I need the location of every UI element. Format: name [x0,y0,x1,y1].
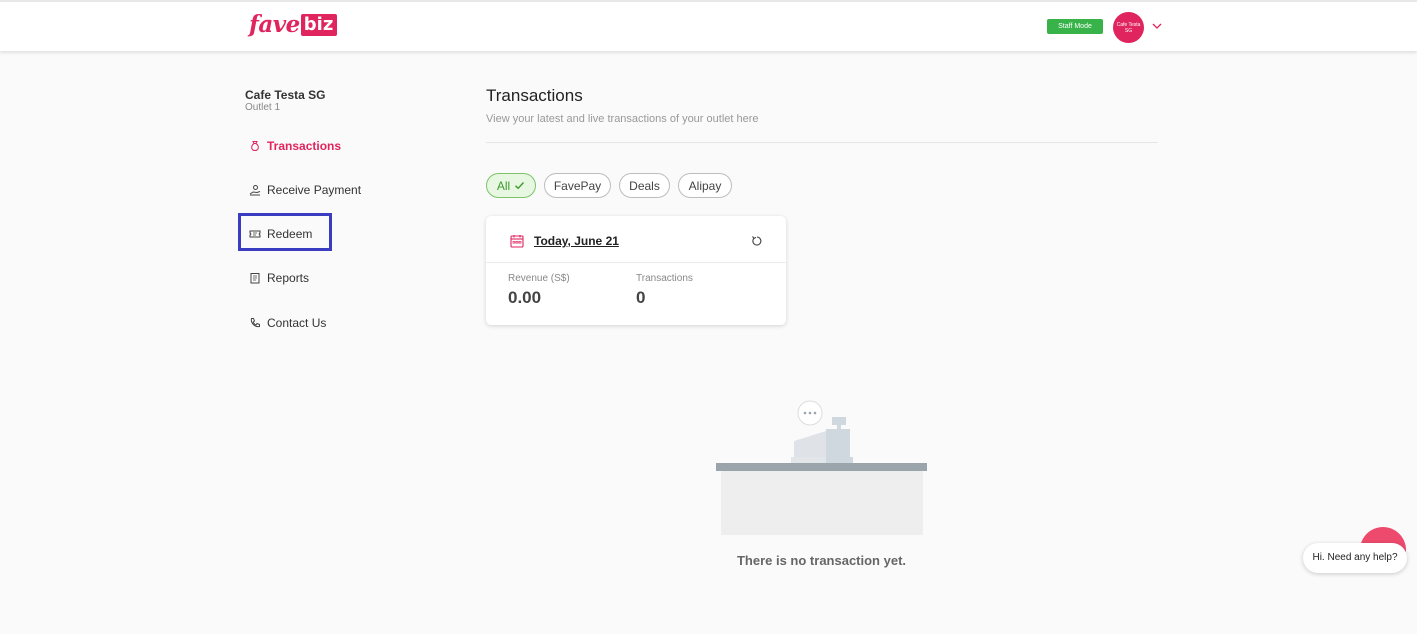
filter-chip-favepay[interactable]: FavePay [544,173,611,198]
sidebar-item-contact-us[interactable]: Contact Us [249,313,326,333]
logo-fave-text: fave [249,11,300,38]
card-divider [486,262,786,263]
favebiz-logo[interactable]: fave biz [249,11,338,38]
clipboard-icon [250,273,260,284]
sidebar-item-receive-payment[interactable]: Receive Payment [249,180,361,200]
filter-chip-label: Alipay [688,178,722,193]
filter-chip-deals[interactable]: Deals [619,173,670,198]
help-bubble[interactable]: Hi. Need any help? [1303,543,1407,573]
sidebar-item-label: Redeem [267,227,313,241]
summary-card: Today, June 21 Revenue (S$) 0.00 Transac… [486,216,786,325]
empty-state-message: There is no transaction yet. [736,553,907,568]
filter-chip-label: FavePay [553,178,602,193]
revenue-label: Revenue (S$) [508,273,570,284]
chevron-down-icon[interactable] [1151,20,1163,32]
outlet-subtitle: Outlet 1 [245,102,281,113]
calendar-icon[interactable] [510,234,524,248]
filter-chip-all[interactable]: All [486,173,536,198]
sidebar-item-label: Receive Payment [267,183,362,197]
avatar[interactable]: Cafe Testa SG [1113,12,1144,43]
date-selector[interactable]: Today, June 21 [534,234,619,248]
check-icon [515,182,525,190]
empty-cash-register-illustration [716,400,927,535]
moneybag-icon [251,141,259,152]
page-subtitle: View your latest and live transactions o… [486,113,759,125]
top-bar: fave biz Staff Mode Cafe Testa SG [0,0,1417,51]
transactions-value: 0 [636,288,646,307]
staff-mode-badge[interactable]: Staff Mode [1047,19,1103,34]
header-divider [486,142,1158,143]
filter-chip-label: All [496,178,511,193]
ticket-icon [249,230,261,238]
sidebar-item-label: Reports [267,271,310,285]
phone-icon [250,318,260,328]
refresh-icon[interactable] [751,235,763,247]
outlet-name: Cafe Testa SG [245,88,326,102]
sidebar-item-label: Transactions [267,139,342,153]
sidebar-item-redeem[interactable]: Redeem [249,224,312,244]
logo-biz-text: biz [300,14,338,36]
sidebar-item-transactions[interactable]: Transactions [249,136,341,156]
page-title: Transactions [486,86,583,105]
hand-coin-icon [249,185,261,196]
filter-chip-alipay[interactable]: Alipay [678,173,732,198]
filter-chip-label: Deals [629,178,660,193]
transactions-label: Transactions [636,273,693,284]
sidebar-item-label: Contact Us [267,316,327,330]
revenue-value: 0.00 [508,288,542,307]
sidebar-item-reports[interactable]: Reports [249,268,309,288]
